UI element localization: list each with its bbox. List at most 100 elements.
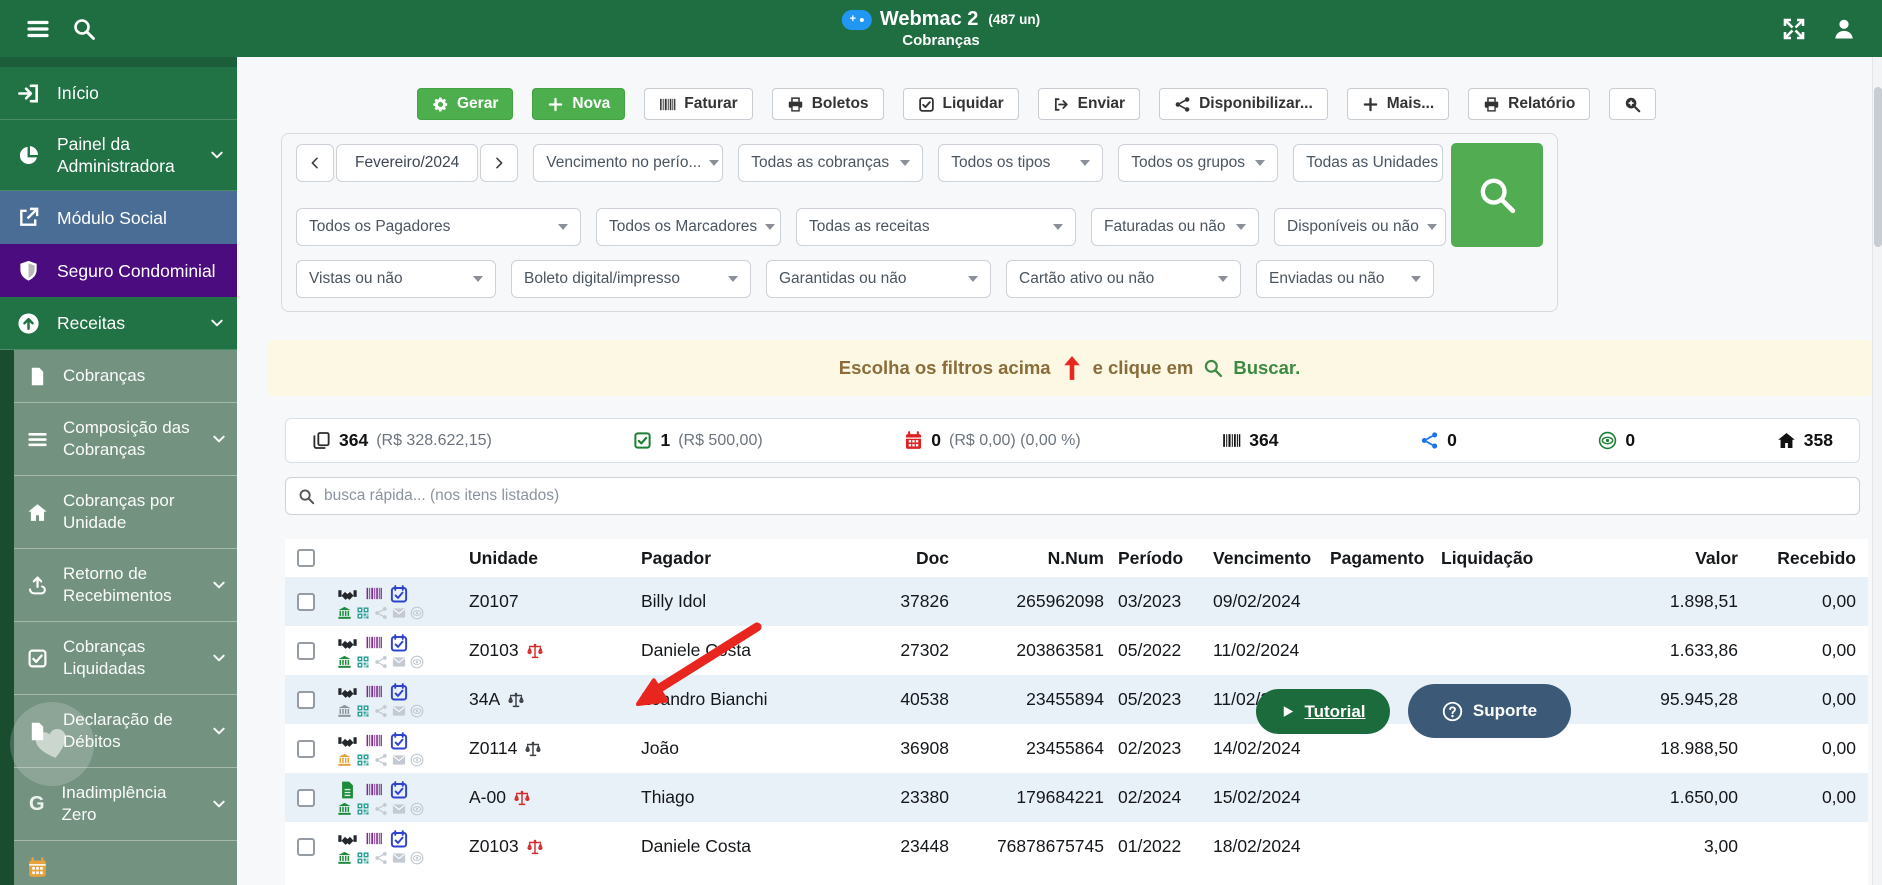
- share-icon[interactable]: [374, 851, 388, 865]
- tutorial-button[interactable]: Tutorial: [1256, 689, 1390, 734]
- table-row[interactable]: Z0103 Daniele Costa 23448 76878675745 01…: [285, 822, 1868, 871]
- col-nnum[interactable]: N.Num: [949, 548, 1104, 569]
- nova-button[interactable]: Nova: [532, 88, 625, 120]
- vertical-scrollbar[interactable]: [1872, 57, 1882, 885]
- filter-vistas[interactable]: Vistas ou não: [296, 260, 496, 298]
- bank-icon[interactable]: [337, 704, 352, 718]
- sidebar-item-cobrancas-por-unidade[interactable]: Cobranças por Unidade: [14, 476, 237, 549]
- col-periodo[interactable]: Período: [1104, 548, 1199, 569]
- envelope-icon[interactable]: [392, 851, 406, 865]
- sidebar-item-partial[interactable]: [14, 841, 237, 885]
- relatorio-button[interactable]: Relatório: [1468, 88, 1590, 120]
- filter-enviadas[interactable]: Enviadas ou não: [1256, 260, 1434, 298]
- faturar-button[interactable]: Faturar: [644, 88, 752, 120]
- bank-icon[interactable]: [337, 753, 352, 767]
- sidebar-item-cobrancas-liquidadas[interactable]: Cobranças Liquidadas: [14, 622, 237, 695]
- select-all-checkbox[interactable]: [297, 549, 315, 567]
- eye-icon[interactable]: [410, 753, 424, 767]
- filter-grupos[interactable]: Todos os grupos: [1118, 144, 1278, 182]
- sidebar-item-composicao-cobrancas[interactable]: Composição das Cobranças: [14, 403, 237, 476]
- barcode-icon[interactable]: [362, 683, 386, 700]
- row-checkbox[interactable]: [297, 691, 315, 709]
- calendar-check-icon[interactable]: [390, 732, 408, 750]
- envelope-icon[interactable]: [392, 606, 406, 620]
- handshake-icon[interactable]: [337, 829, 358, 849]
- col-valor[interactable]: Valor: [1564, 548, 1738, 569]
- sidebar-item-painel-administradora[interactable]: Painel da Administradora: [0, 120, 237, 191]
- handshake-icon[interactable]: [337, 633, 358, 653]
- envelope-icon[interactable]: [392, 753, 406, 767]
- period-value[interactable]: Fevereiro/2024: [336, 144, 478, 182]
- sidebar-item-inicio[interactable]: Início: [0, 67, 237, 120]
- table-row[interactable]: A-00 Thiago 23380 179684221 02/2024 15/0…: [285, 773, 1868, 822]
- filter-faturadas[interactable]: Faturadas ou não: [1091, 208, 1259, 246]
- user-icon[interactable]: [1832, 17, 1856, 41]
- col-pagador[interactable]: Pagador: [629, 548, 854, 569]
- row-checkbox[interactable]: [297, 789, 315, 807]
- barcode-icon[interactable]: [362, 732, 386, 749]
- menu-icon[interactable]: [26, 17, 50, 41]
- bank-icon[interactable]: [337, 802, 352, 816]
- boletos-button[interactable]: Boletos: [772, 88, 884, 120]
- chat-widget-button[interactable]: [10, 702, 94, 786]
- row-checkbox[interactable]: [297, 642, 315, 660]
- row-checkbox[interactable]: [297, 740, 315, 758]
- fullscreen-icon[interactable]: [1782, 17, 1806, 41]
- bank-icon[interactable]: [337, 655, 352, 669]
- liquidar-button[interactable]: Liquidar: [903, 88, 1019, 120]
- col-pagamento[interactable]: Pagamento: [1324, 548, 1439, 569]
- share-icon[interactable]: [374, 655, 388, 669]
- handshake-icon[interactable]: [337, 731, 358, 751]
- table-row[interactable]: Z0103 Daniele Costa 27302 203863581 05/2…: [285, 626, 1868, 675]
- scrollbar-thumb[interactable]: [1874, 87, 1882, 247]
- envelope-icon[interactable]: [392, 802, 406, 816]
- eye-icon[interactable]: [410, 606, 424, 620]
- col-liquidacao[interactable]: Liquidação: [1439, 548, 1564, 569]
- table-row[interactable]: Z0114 João 36908 23455864 02/2023 14/02/…: [285, 724, 1868, 773]
- barcode-icon[interactable]: [362, 830, 386, 847]
- calendar-check-icon[interactable]: [390, 830, 408, 848]
- mais-button[interactable]: Mais...: [1347, 88, 1449, 120]
- filter-pagadores[interactable]: Todos os Pagadores: [296, 208, 581, 246]
- filter-garantidas[interactable]: Garantidas ou não: [766, 260, 991, 298]
- sidebar-item-modulo-social[interactable]: Módulo Social: [0, 191, 237, 244]
- table-row[interactable]: Z0107 Billy Idol 37826 265962098 03/2023…: [285, 577, 1868, 626]
- enviar-button[interactable]: Enviar: [1038, 88, 1140, 120]
- search-plus-button[interactable]: [1609, 88, 1656, 120]
- qr-code-icon[interactable]: [356, 851, 370, 865]
- qr-code-icon[interactable]: [356, 655, 370, 669]
- calendar-check-icon[interactable]: [390, 781, 408, 799]
- calendar-check-icon[interactable]: [390, 683, 408, 701]
- col-vencimento[interactable]: Vencimento: [1199, 548, 1324, 569]
- filter-tipo-cobranca[interactable]: Todas as cobranças: [738, 144, 923, 182]
- row-checkbox[interactable]: [297, 593, 315, 611]
- sidebar-item-cobrancas[interactable]: Cobranças: [14, 350, 237, 403]
- suporte-button[interactable]: Suporte: [1408, 684, 1571, 738]
- table-row[interactable]: 34A Leandro Bianchi 40538 23455894 05/20…: [285, 675, 1868, 724]
- filter-vencimento-periodo[interactable]: Vencimento no perío...: [533, 144, 723, 182]
- share-icon[interactable]: [374, 802, 388, 816]
- col-recebido[interactable]: Recebido: [1738, 548, 1856, 569]
- filter-disponiveis[interactable]: Disponíveis ou não: [1274, 208, 1446, 246]
- filter-boleto-digital[interactable]: Boleto digital/impresso: [511, 260, 751, 298]
- qr-code-icon[interactable]: [356, 753, 370, 767]
- calendar-check-icon[interactable]: [390, 634, 408, 652]
- filter-cartao-ativo[interactable]: Cartão ativo ou não: [1006, 260, 1241, 298]
- sidebar-item-receitas[interactable]: Receitas: [0, 297, 237, 350]
- col-unidade[interactable]: Unidade: [459, 548, 629, 569]
- qr-code-icon[interactable]: [356, 606, 370, 620]
- search-icon[interactable]: [72, 17, 96, 41]
- handshake-icon[interactable]: [337, 682, 358, 702]
- share-icon[interactable]: [374, 606, 388, 620]
- share-icon[interactable]: [374, 753, 388, 767]
- qr-code-icon[interactable]: [356, 704, 370, 718]
- bank-icon[interactable]: [337, 851, 352, 865]
- envelope-icon[interactable]: [392, 655, 406, 669]
- filter-unidades[interactable]: Todas as Unidades: [1293, 144, 1443, 182]
- filter-receitas[interactable]: Todas as receitas: [796, 208, 1076, 246]
- gerar-button[interactable]: Gerar: [417, 88, 513, 120]
- share-icon[interactable]: [374, 704, 388, 718]
- eye-icon[interactable]: [410, 802, 424, 816]
- eye-icon[interactable]: [410, 704, 424, 718]
- next-month-button[interactable]: [480, 144, 518, 182]
